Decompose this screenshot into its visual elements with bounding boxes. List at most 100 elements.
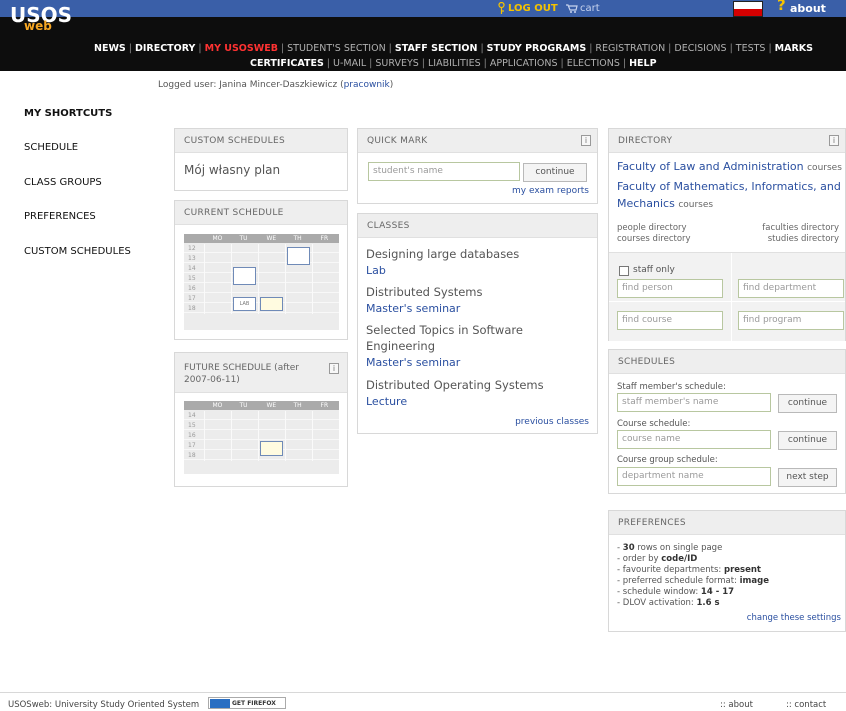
calendar-hour-label: 15 xyxy=(188,422,196,429)
faculty-math-link-cont[interactable]: Mechanics xyxy=(617,197,675,210)
calendar-day-label: TH xyxy=(293,235,302,242)
nav-item-surveys[interactable]: SURVEYS xyxy=(375,58,418,69)
nav-item-my-usosweb[interactable]: MY USOSWEB xyxy=(205,43,278,54)
calendar-hour-row: 14 xyxy=(184,264,339,273)
nav-item-student-s-section[interactable]: STUDENT'S SECTION xyxy=(287,43,386,54)
course-schedule-label: Course schedule: xyxy=(617,419,691,429)
previous-classes-link[interactable]: previous classes xyxy=(515,417,589,427)
find-program-input[interactable]: find program xyxy=(738,311,844,330)
nav-item-staff-section[interactable]: STAFF SECTION xyxy=(395,43,478,54)
calendar-event[interactable] xyxy=(287,247,310,265)
nav-separator: | xyxy=(326,58,330,69)
change-settings-link[interactable]: change these settings xyxy=(747,613,841,623)
courses-directory-link[interactable]: courses directory xyxy=(617,234,691,244)
calendar-event[interactable] xyxy=(260,441,283,456)
calendar-hour-label: 18 xyxy=(188,452,196,459)
cart-link[interactable]: cart xyxy=(566,0,600,17)
nav-item-decisions[interactable]: DECISIONS xyxy=(674,43,726,54)
about-label[interactable]: about xyxy=(790,2,826,15)
calendar-event[interactable] xyxy=(260,297,283,311)
nav-item-elections[interactable]: ELECTIONS xyxy=(567,58,620,69)
calendar-hour-label: 15 xyxy=(188,275,196,282)
staff-name-input[interactable]: staff member's name xyxy=(617,393,771,412)
staff-continue-button[interactable]: continue xyxy=(778,394,837,413)
calendar-column-divider xyxy=(231,244,232,314)
nav-item-help[interactable]: HELP xyxy=(629,58,656,69)
course-continue-button[interactable]: continue xyxy=(778,431,837,450)
about-link[interactable]: ? about xyxy=(777,0,826,17)
quick-mark-continue-button[interactable]: continue xyxy=(523,163,587,182)
nav-separator: | xyxy=(280,43,285,54)
faculty-math-link[interactable]: Faculty of Mathematics, Informatics, and xyxy=(617,180,841,193)
logout-link[interactable]: LOG OUT xyxy=(498,0,558,17)
custom-schedule-item[interactable]: Mój własny plan xyxy=(184,163,280,177)
faculty-law-item[interactable]: Faculty of Law and Administration course… xyxy=(617,160,842,173)
pref-favourite: - favourite departments: present xyxy=(617,565,761,575)
nav-item-directory[interactable]: DIRECTORY xyxy=(135,43,195,54)
sidebar-item-custom-schedules[interactable]: CUSTOM SCHEDULES xyxy=(24,246,131,257)
calendar-event[interactable] xyxy=(233,267,256,285)
staff-only-label: staff only xyxy=(633,265,675,275)
future-schedule-grid[interactable]: MO TU WE TH FR 14 15 16 17 18 xyxy=(184,401,339,474)
calendar-day-label: WE xyxy=(266,402,277,409)
faculty-law-courses[interactable]: courses xyxy=(807,163,842,173)
class-name[interactable]: Distributed Operating Systems xyxy=(366,378,544,392)
find-person-input[interactable]: find person xyxy=(617,279,723,298)
directory-title: DIRECTORY xyxy=(609,129,845,153)
staff-only-checkbox[interactable] xyxy=(619,266,629,276)
quick-mark-title: QUICK MARK xyxy=(358,129,597,153)
class-type-link[interactable]: Master's seminar xyxy=(366,356,460,369)
footer: USOSweb: University Study Oriented Syste… xyxy=(0,692,846,711)
info-icon[interactable]: i xyxy=(329,363,339,374)
my-exam-reports-link[interactable]: my exam reports xyxy=(512,186,589,196)
current-schedule-grid[interactable]: MO TU WE TH FR 12 13 14 15 16 17 18 LAB xyxy=(184,234,339,330)
department-name-input[interactable]: department name xyxy=(617,467,771,486)
logout-label[interactable]: LOG OUT xyxy=(508,3,558,14)
faculty-math-courses[interactable]: courses xyxy=(678,200,713,210)
nav-item-liabilities[interactable]: LIABILITIES xyxy=(428,58,481,69)
class-type-link[interactable]: Lab xyxy=(366,264,386,277)
info-icon[interactable]: i xyxy=(581,135,591,146)
nav-item-tests[interactable]: TESTS xyxy=(736,43,766,54)
class-name[interactable]: Designing large databases xyxy=(366,247,519,261)
calendar-hour-row: 16 xyxy=(184,284,339,293)
calendar-column-divider xyxy=(312,244,313,314)
course-name-input[interactable]: course name xyxy=(617,430,771,449)
calendar-event[interactable]: LAB xyxy=(233,297,256,311)
calendar-column-divider xyxy=(204,244,205,314)
nav-item-marks[interactable]: MARKS xyxy=(775,43,813,54)
sidebar-item-preferences[interactable]: PREFERENCES xyxy=(24,211,96,222)
nav-item-news[interactable]: NEWS xyxy=(94,43,126,54)
class-type-link[interactable]: Lecture xyxy=(366,395,407,408)
user-role-link[interactable]: pracownik xyxy=(344,80,390,90)
info-icon[interactable]: i xyxy=(829,135,839,146)
get-firefox-badge[interactable]: GET FIREFOX xyxy=(208,697,286,709)
class-type-link[interactable]: Master's seminar xyxy=(366,302,460,315)
class-name[interactable]: Distributed Systems xyxy=(366,285,482,299)
people-directory-link[interactable]: people directory xyxy=(617,223,687,233)
nav-item-certificates[interactable]: CERTIFICATES xyxy=(250,58,324,69)
schedules-panel: SCHEDULES Staff member's schedule: staff… xyxy=(608,349,846,494)
nav-item-study-programs[interactable]: STUDY PROGRAMS xyxy=(487,43,587,54)
faculties-directory-link[interactable]: faculties directory xyxy=(762,223,839,233)
find-course-input[interactable]: find course xyxy=(617,311,723,330)
sidebar-item-schedule[interactable]: SCHEDULE xyxy=(24,142,78,153)
nav-item-registration[interactable]: REGISTRATION xyxy=(595,43,665,54)
find-department-input[interactable]: find department xyxy=(738,279,844,298)
footer-contact-link[interactable]: :: contact xyxy=(786,700,826,710)
faculty-math-item[interactable]: Mechanics courses xyxy=(617,197,713,210)
next-step-button[interactable]: next step xyxy=(778,468,837,487)
faculty-law-link[interactable]: Faculty of Law and Administration xyxy=(617,160,804,173)
class-name[interactable]: Selected Topics in Software xyxy=(366,323,523,337)
calendar-hour-row: 15 xyxy=(184,274,339,283)
calendar-day-label: WE xyxy=(266,235,277,242)
footer-about-link[interactable]: :: about xyxy=(720,700,753,710)
studies-directory-link[interactable]: studies directory xyxy=(768,234,839,244)
student-name-input[interactable]: student's name xyxy=(368,162,520,181)
nav-item-u-mail[interactable]: U-MAIL xyxy=(333,58,366,69)
cart-label[interactable]: cart xyxy=(580,3,600,14)
sidebar-item-class-groups[interactable]: CLASS GROUPS xyxy=(24,177,102,188)
class-name-cont[interactable]: Engineering xyxy=(366,339,435,353)
language-flag-icon[interactable] xyxy=(733,1,763,17)
nav-item-applications[interactable]: APPLICATIONS xyxy=(490,58,558,69)
